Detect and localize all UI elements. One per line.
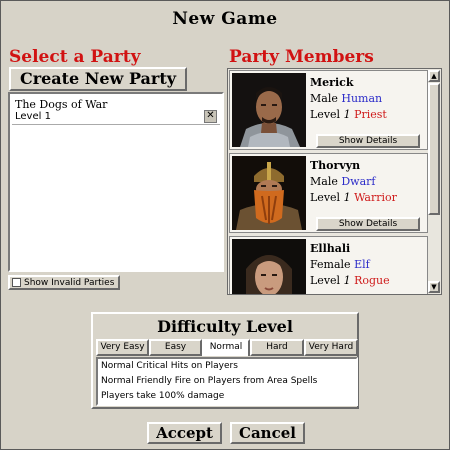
show-details-button[interactable]: Show Details	[316, 134, 420, 148]
tab-normal[interactable]: Normal	[202, 339, 250, 356]
party-level: Level 1	[15, 111, 51, 122]
difficulty-description: Normal Critical Hits on Players Normal F…	[96, 357, 358, 406]
member-race: Elf	[354, 258, 370, 271]
difficulty-heading: Difficulty Level	[157, 317, 293, 336]
new-game-window: New Game Select a Party Party Members Cr…	[0, 0, 450, 450]
level-word: Level	[310, 108, 341, 121]
checkbox-icon[interactable]	[12, 278, 21, 287]
difficulty-line: Normal Critical Hits on Players	[101, 361, 238, 371]
difficulty-panel: Difficulty Level Very Easy Easy Normal H…	[91, 312, 359, 409]
member-gender-race: Male Human	[310, 92, 382, 105]
show-details-button[interactable]: Show Details	[316, 217, 420, 231]
member-card-merick: Merick Male Human Level 1 Priest Show De…	[229, 70, 428, 150]
portrait-merick	[232, 73, 306, 147]
accept-button[interactable]: Accept	[147, 422, 222, 444]
difficulty-line: Players take 100% damage	[101, 391, 225, 401]
difficulty-line: Normal Friendly Fire on Players from Are…	[101, 376, 318, 386]
member-class: Priest	[354, 108, 387, 121]
scroll-down-icon[interactable]: ▼	[428, 281, 440, 293]
scroll-thumb[interactable]	[428, 83, 440, 215]
member-race: Dwarf	[341, 175, 376, 188]
level-number: 1	[343, 191, 351, 204]
level-word: Level	[310, 274, 341, 287]
member-gender: Male	[310, 92, 338, 105]
member-card-ellhali: Ellhali Female Elf Level 1 Rogue	[229, 236, 428, 294]
members-scrollbar[interactable]: ▲ ▼	[428, 70, 440, 293]
difficulty-tabs: Very Easy Easy Normal Hard Very Hard	[96, 339, 358, 356]
level-number: 1	[343, 274, 351, 287]
party-list: The Dogs of War Level 1 ✕	[8, 92, 224, 272]
create-new-party-button[interactable]: Create New Party	[9, 67, 187, 91]
delete-party-icon[interactable]: ✕	[204, 110, 217, 123]
member-race: Human	[341, 92, 383, 105]
member-level: Level 1 Priest	[310, 108, 387, 121]
window-title: New Game	[172, 9, 278, 29]
tab-very-hard[interactable]: Very Hard	[304, 339, 358, 356]
party-members-panel: Merick Male Human Level 1 Priest Show De…	[227, 68, 442, 295]
member-card-thorvyn: Thorvyn Male Dwarf Level 1 Warrior Show …	[229, 153, 428, 233]
member-gender: Female	[310, 258, 351, 271]
select-party-heading: Select a Party	[9, 47, 141, 67]
show-invalid-parties-toggle[interactable]: Show Invalid Parties	[8, 275, 120, 290]
member-class: Warrior	[354, 191, 397, 204]
member-level: Level 1 Warrior	[310, 191, 397, 204]
tab-easy[interactable]: Easy	[149, 339, 202, 356]
party-name: The Dogs of War	[15, 98, 108, 111]
member-name: Thorvyn	[310, 159, 361, 172]
scroll-up-icon[interactable]: ▲	[428, 70, 440, 82]
member-class: Rogue	[354, 274, 390, 287]
member-name: Merick	[310, 76, 354, 89]
member-name: Ellhali	[310, 242, 351, 255]
member-level: Level 1 Rogue	[310, 274, 390, 287]
member-gender: Male	[310, 175, 338, 188]
party-row-dogs-of-war[interactable]: The Dogs of War Level 1 ✕	[12, 96, 220, 125]
level-number: 1	[343, 108, 351, 121]
party-members-heading: Party Members	[229, 47, 374, 67]
member-gender-race: Female Elf	[310, 258, 370, 271]
cancel-button[interactable]: Cancel	[230, 422, 305, 444]
level-word: Level	[310, 191, 341, 204]
show-invalid-label: Show Invalid Parties	[24, 278, 115, 288]
portrait-ellhali	[232, 239, 306, 294]
tab-hard[interactable]: Hard	[250, 339, 304, 356]
tab-very-easy[interactable]: Very Easy	[96, 339, 149, 356]
portrait-thorvyn	[232, 156, 306, 230]
member-gender-race: Male Dwarf	[310, 175, 375, 188]
